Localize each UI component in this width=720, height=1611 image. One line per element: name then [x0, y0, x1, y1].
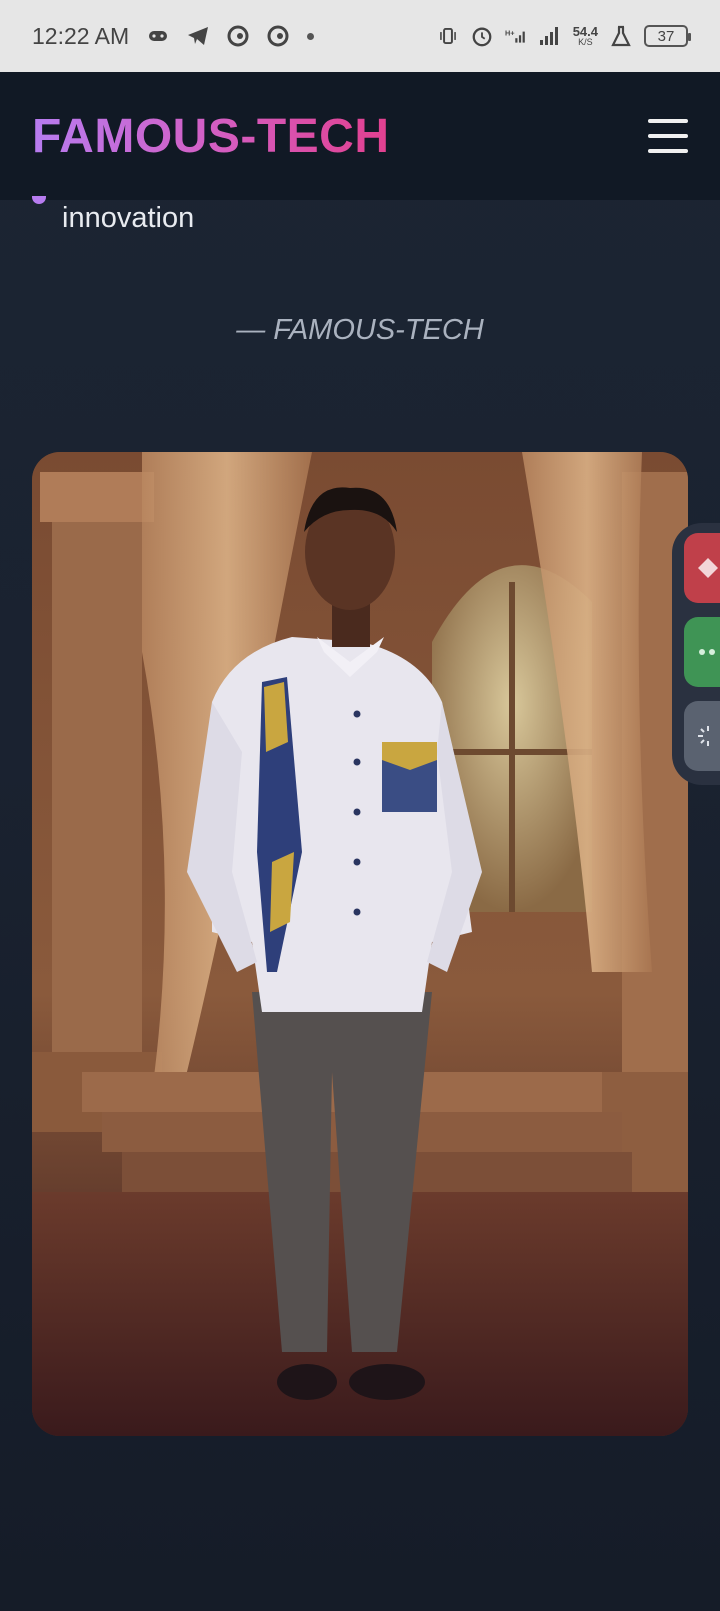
- battery-level: 37: [657, 27, 675, 45]
- menu-bar: [648, 149, 688, 153]
- alarm-icon: [471, 25, 493, 47]
- notification-dot-icon: [307, 32, 315, 40]
- menu-bar: [648, 119, 688, 123]
- quote-attribution: — FAMOUS-TECH: [236, 314, 484, 346]
- signal-icon: [539, 25, 561, 47]
- diamond-icon[interactable]: [684, 533, 720, 603]
- floating-side-dock: [672, 523, 720, 785]
- sparkle-icon[interactable]: [684, 701, 720, 771]
- dots-icon[interactable]: [684, 617, 720, 687]
- network-speed-unit: K/S: [578, 37, 593, 47]
- signal-hplus-icon: H+: [505, 25, 527, 47]
- battery-icon: 37: [644, 25, 691, 47]
- status-bar: 12:22 AM H+ 54.4 K/S 37: [0, 0, 720, 72]
- network-speed: 54.4 K/S: [573, 25, 598, 47]
- game-controller-icon: [147, 25, 169, 47]
- vibrate-icon: [437, 25, 459, 47]
- status-time: 12:22 AM: [32, 22, 130, 49]
- opera-icon: [227, 25, 249, 47]
- bullet-marker: [32, 196, 46, 204]
- hamburger-menu-icon[interactable]: [648, 119, 688, 153]
- telegram-icon: [187, 25, 209, 47]
- menu-bar: [648, 134, 688, 138]
- status-bar-left: 12:22 AM: [32, 22, 315, 50]
- brand-logo[interactable]: FAMOUS-TECH: [32, 109, 389, 164]
- site-header: FAMOUS-TECH: [0, 72, 720, 200]
- portrait-photo: [32, 452, 688, 1436]
- svg-text:H+: H+: [505, 28, 515, 37]
- lab-flask-icon: [610, 25, 632, 47]
- status-bar-right: H+ 54.4 K/S 37: [437, 25, 691, 47]
- opera-icon: [267, 25, 289, 47]
- quote-text: innovation: [62, 202, 195, 234]
